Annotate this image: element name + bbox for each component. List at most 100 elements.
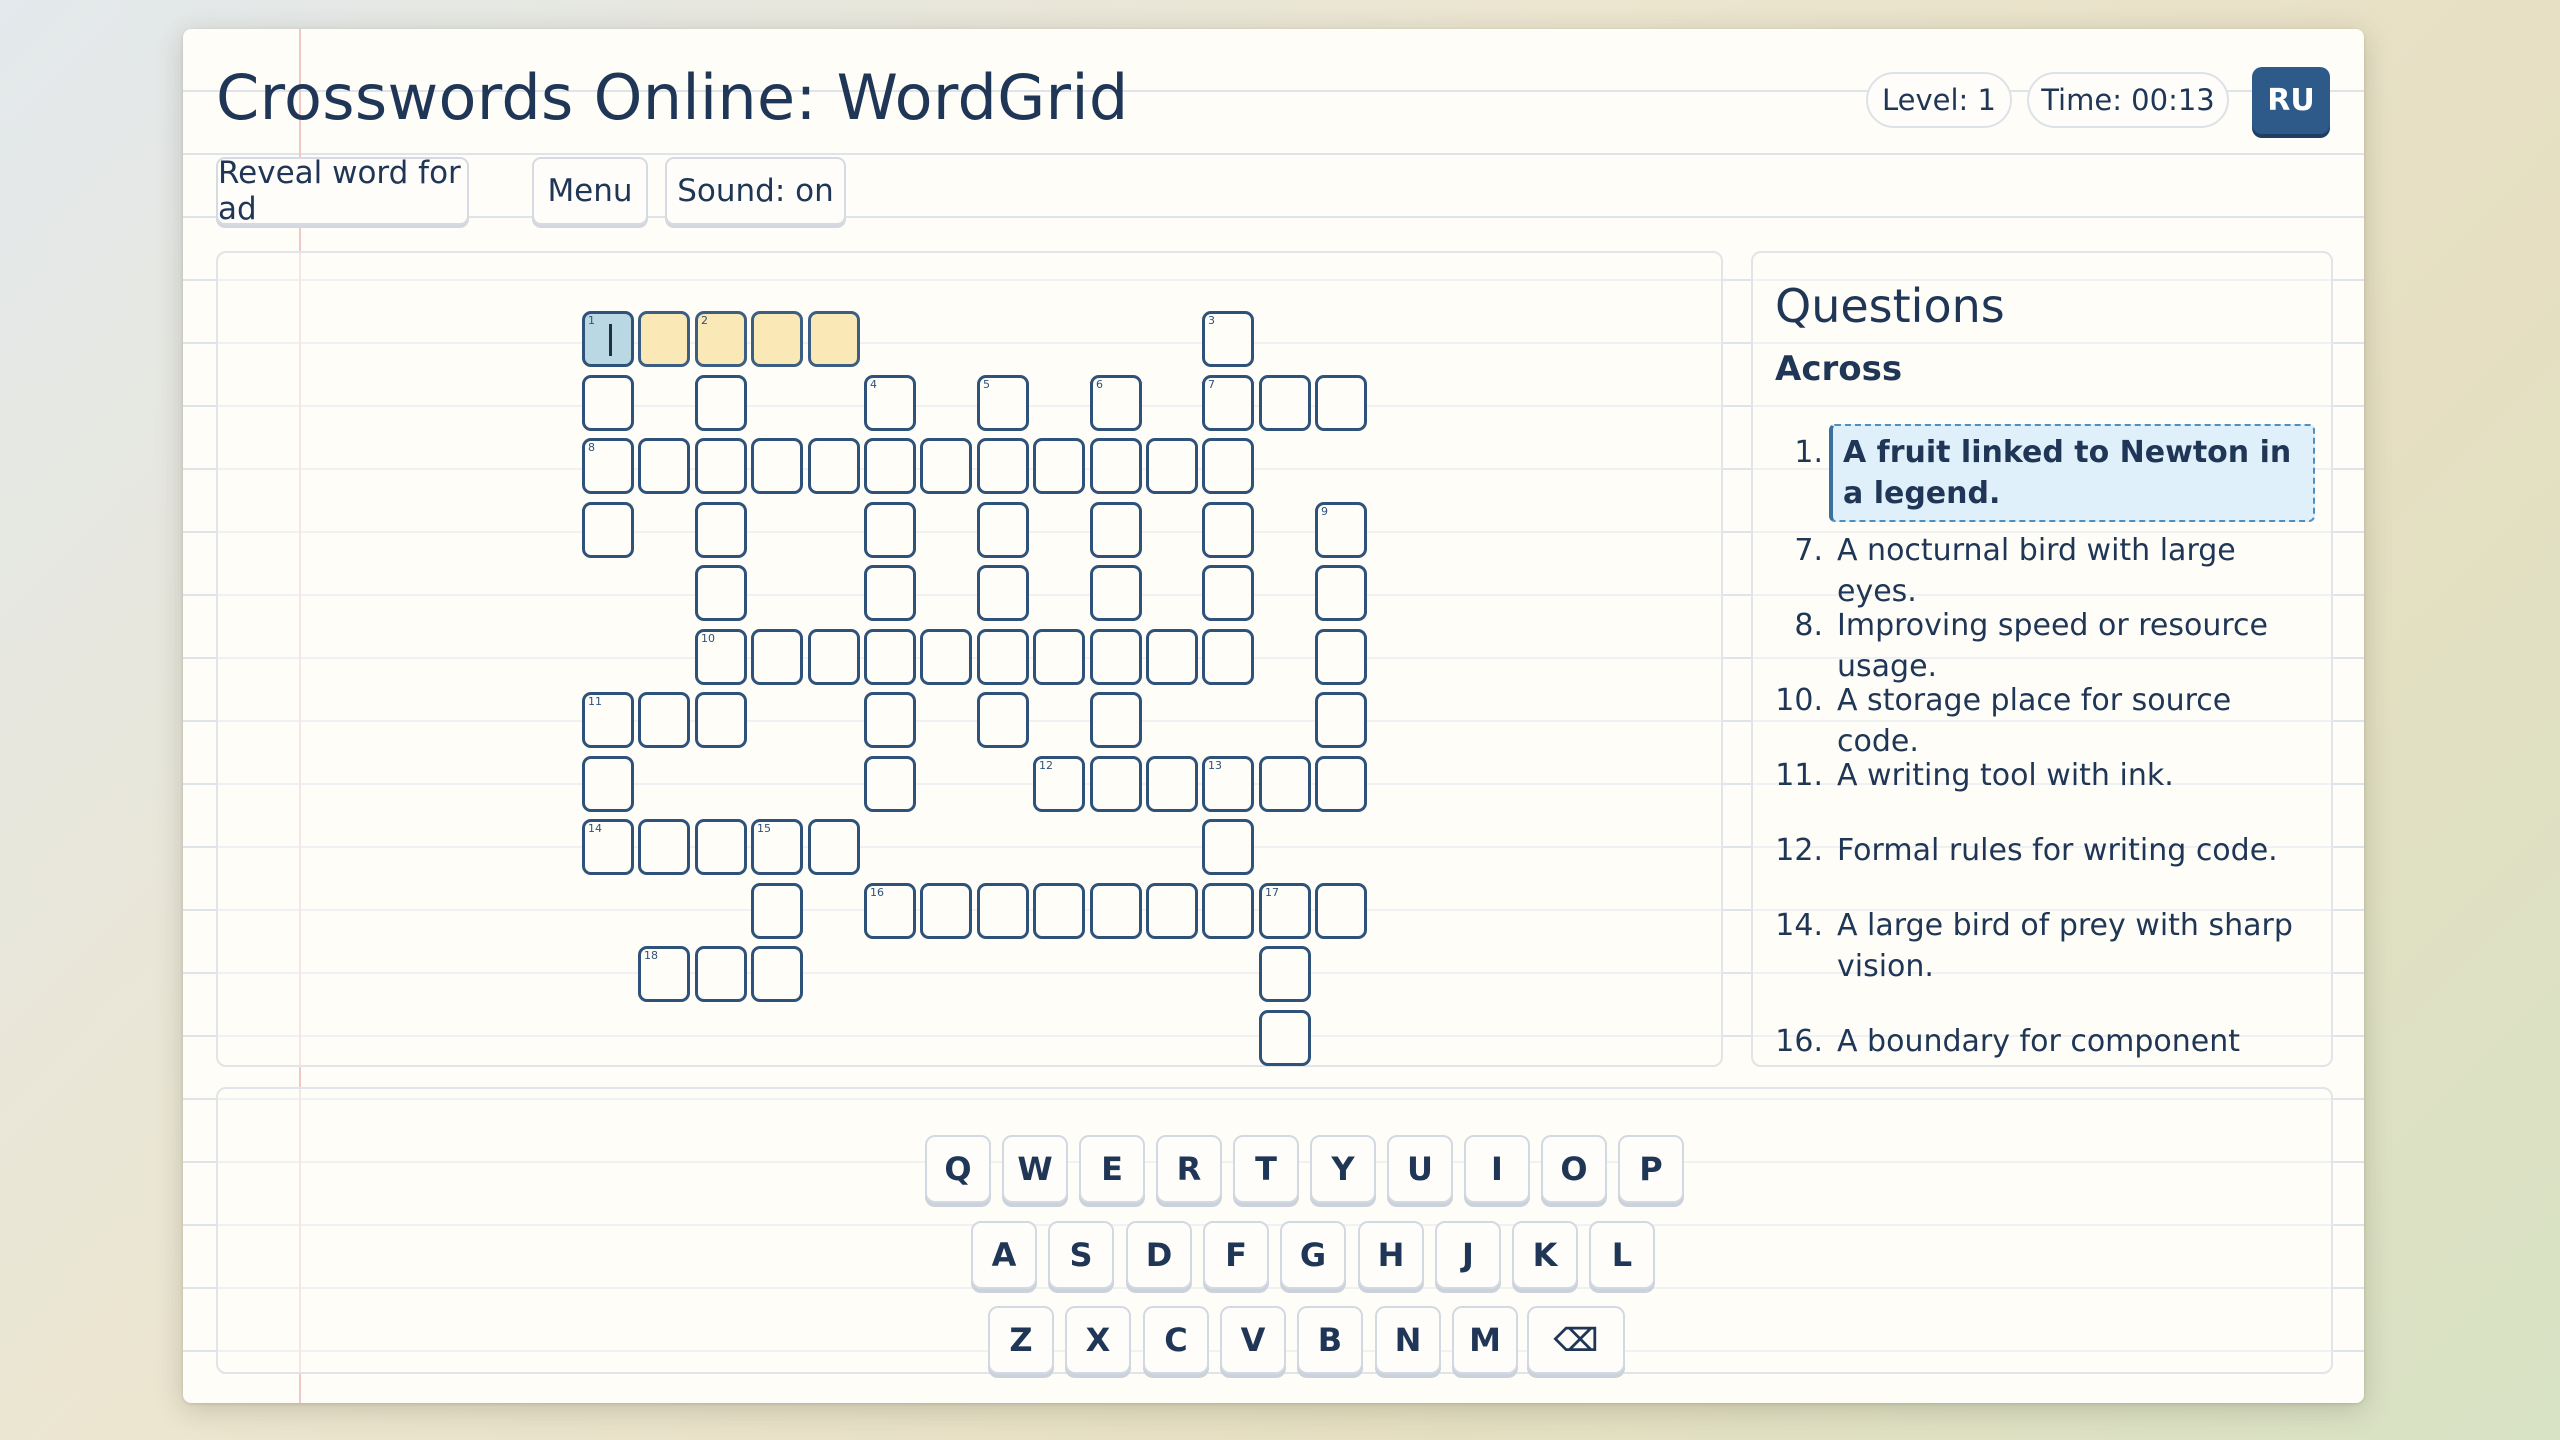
crossword-cell[interactable] bbox=[582, 375, 634, 431]
crossword-cell[interactable] bbox=[1090, 629, 1142, 685]
key-v[interactable]: V bbox=[1220, 1306, 1286, 1374]
key-g[interactable]: G bbox=[1280, 1221, 1346, 1289]
key-d[interactable]: D bbox=[1126, 1221, 1192, 1289]
crossword-cell[interactable] bbox=[751, 629, 803, 685]
crossword-cell[interactable] bbox=[695, 946, 747, 1002]
crossword-cell[interactable] bbox=[1202, 438, 1254, 494]
crossword-cell[interactable] bbox=[695, 692, 747, 748]
crossword-cell[interactable] bbox=[1146, 756, 1198, 812]
key-o[interactable]: O bbox=[1541, 1135, 1607, 1203]
crossword-cell[interactable] bbox=[864, 629, 916, 685]
crossword-cell[interactable] bbox=[1259, 375, 1311, 431]
crossword-cell[interactable] bbox=[977, 692, 1029, 748]
crossword-cell[interactable]: 14 bbox=[582, 819, 634, 875]
crossword-cell[interactable] bbox=[751, 946, 803, 1002]
crossword-cell[interactable] bbox=[977, 883, 1029, 939]
crossword-cell[interactable] bbox=[1033, 629, 1085, 685]
crossword-cell[interactable]: 8 bbox=[582, 438, 634, 494]
crossword-cell[interactable] bbox=[1202, 565, 1254, 621]
key-m[interactable]: M bbox=[1452, 1306, 1518, 1374]
crossword-cell[interactable] bbox=[695, 438, 747, 494]
crossword-cell[interactable] bbox=[1315, 375, 1367, 431]
crossword-cell[interactable] bbox=[1033, 438, 1085, 494]
crossword-cell[interactable] bbox=[1090, 502, 1142, 558]
key-i[interactable]: I bbox=[1464, 1135, 1530, 1203]
crossword-cell[interactable]: 18 bbox=[638, 946, 690, 1002]
key-j[interactable]: J bbox=[1435, 1221, 1501, 1289]
crossword-cell[interactable] bbox=[808, 629, 860, 685]
crossword-cell[interactable]: 3 bbox=[1202, 311, 1254, 367]
crossword-cell[interactable] bbox=[920, 883, 972, 939]
crossword-cell[interactable]: 15 bbox=[751, 819, 803, 875]
crossword-cell[interactable] bbox=[1090, 565, 1142, 621]
crossword-cell[interactable] bbox=[638, 438, 690, 494]
crossword-cell[interactable]: 13 bbox=[1202, 756, 1254, 812]
crossword-cell[interactable] bbox=[1090, 756, 1142, 812]
key-a[interactable]: A bbox=[971, 1221, 1037, 1289]
crossword-cell[interactable] bbox=[1146, 438, 1198, 494]
crossword-cell[interactable] bbox=[808, 311, 860, 367]
backspace-key[interactable]: ⌫ bbox=[1527, 1306, 1625, 1374]
key-h[interactable]: H bbox=[1358, 1221, 1424, 1289]
crossword-cell[interactable] bbox=[695, 565, 747, 621]
key-y[interactable]: Y bbox=[1310, 1135, 1376, 1203]
crossword-cell[interactable]: 6 bbox=[1090, 375, 1142, 431]
crossword-cell[interactable] bbox=[977, 629, 1029, 685]
key-b[interactable]: B bbox=[1297, 1306, 1363, 1374]
crossword-cell[interactable] bbox=[1146, 883, 1198, 939]
menu-button[interactable]: Menu bbox=[532, 157, 648, 225]
crossword-cell[interactable] bbox=[638, 311, 690, 367]
key-k[interactable]: K bbox=[1512, 1221, 1578, 1289]
crossword-cell[interactable] bbox=[1090, 883, 1142, 939]
key-c[interactable]: C bbox=[1143, 1306, 1209, 1374]
crossword-cell[interactable]: 5 bbox=[977, 375, 1029, 431]
crossword-cell[interactable] bbox=[1202, 883, 1254, 939]
key-z[interactable]: Z bbox=[988, 1306, 1054, 1374]
crossword-cell[interactable]: 17 bbox=[1259, 883, 1311, 939]
key-e[interactable]: E bbox=[1079, 1135, 1145, 1203]
crossword-cell[interactable]: 16 bbox=[864, 883, 916, 939]
crossword-cell[interactable] bbox=[638, 819, 690, 875]
language-button[interactable]: RU bbox=[2252, 67, 2330, 134]
crossword-cell[interactable] bbox=[1315, 629, 1367, 685]
crossword-cell[interactable] bbox=[1033, 883, 1085, 939]
crossword-cell[interactable] bbox=[1146, 629, 1198, 685]
crossword-cell[interactable]: 4 bbox=[864, 375, 916, 431]
crossword-cell[interactable] bbox=[920, 438, 972, 494]
crossword-cell[interactable] bbox=[638, 692, 690, 748]
sound-toggle-button[interactable]: Sound: on bbox=[665, 157, 846, 225]
crossword-cell[interactable]: 10 bbox=[695, 629, 747, 685]
crossword-cell[interactable] bbox=[977, 438, 1029, 494]
crossword-cell[interactable] bbox=[977, 502, 1029, 558]
crossword-cell[interactable] bbox=[808, 819, 860, 875]
key-p[interactable]: P bbox=[1618, 1135, 1684, 1203]
crossword-cell[interactable]: 1 bbox=[582, 311, 634, 367]
crossword-cell[interactable] bbox=[808, 438, 860, 494]
crossword-cell[interactable] bbox=[920, 629, 972, 685]
key-s[interactable]: S bbox=[1048, 1221, 1114, 1289]
key-u[interactable]: U bbox=[1387, 1135, 1453, 1203]
crossword-cell[interactable]: 11 bbox=[582, 692, 634, 748]
crossword-cell[interactable] bbox=[864, 756, 916, 812]
crossword-cell[interactable] bbox=[1259, 946, 1311, 1002]
crossword-cell[interactable] bbox=[695, 819, 747, 875]
crossword-cell[interactable] bbox=[1315, 692, 1367, 748]
crossword-cell[interactable]: 7 bbox=[1202, 375, 1254, 431]
crossword-cell[interactable] bbox=[1202, 629, 1254, 685]
crossword-cell[interactable] bbox=[1090, 438, 1142, 494]
key-n[interactable]: N bbox=[1375, 1306, 1441, 1374]
crossword-cell[interactable] bbox=[864, 692, 916, 748]
crossword-cell[interactable] bbox=[864, 438, 916, 494]
crossword-cell[interactable] bbox=[864, 502, 916, 558]
crossword-cell[interactable] bbox=[1090, 692, 1142, 748]
crossword-cell[interactable] bbox=[1259, 756, 1311, 812]
key-w[interactable]: W bbox=[1002, 1135, 1068, 1203]
crossword-cell[interactable]: 12 bbox=[1033, 756, 1085, 812]
crossword-cell[interactable] bbox=[1202, 819, 1254, 875]
crossword-cell[interactable] bbox=[751, 438, 803, 494]
crossword-cell[interactable] bbox=[1315, 756, 1367, 812]
crossword-cell[interactable] bbox=[1259, 1010, 1311, 1066]
crossword-cell[interactable] bbox=[695, 375, 747, 431]
key-t[interactable]: T bbox=[1233, 1135, 1299, 1203]
crossword-cell[interactable] bbox=[695, 502, 747, 558]
